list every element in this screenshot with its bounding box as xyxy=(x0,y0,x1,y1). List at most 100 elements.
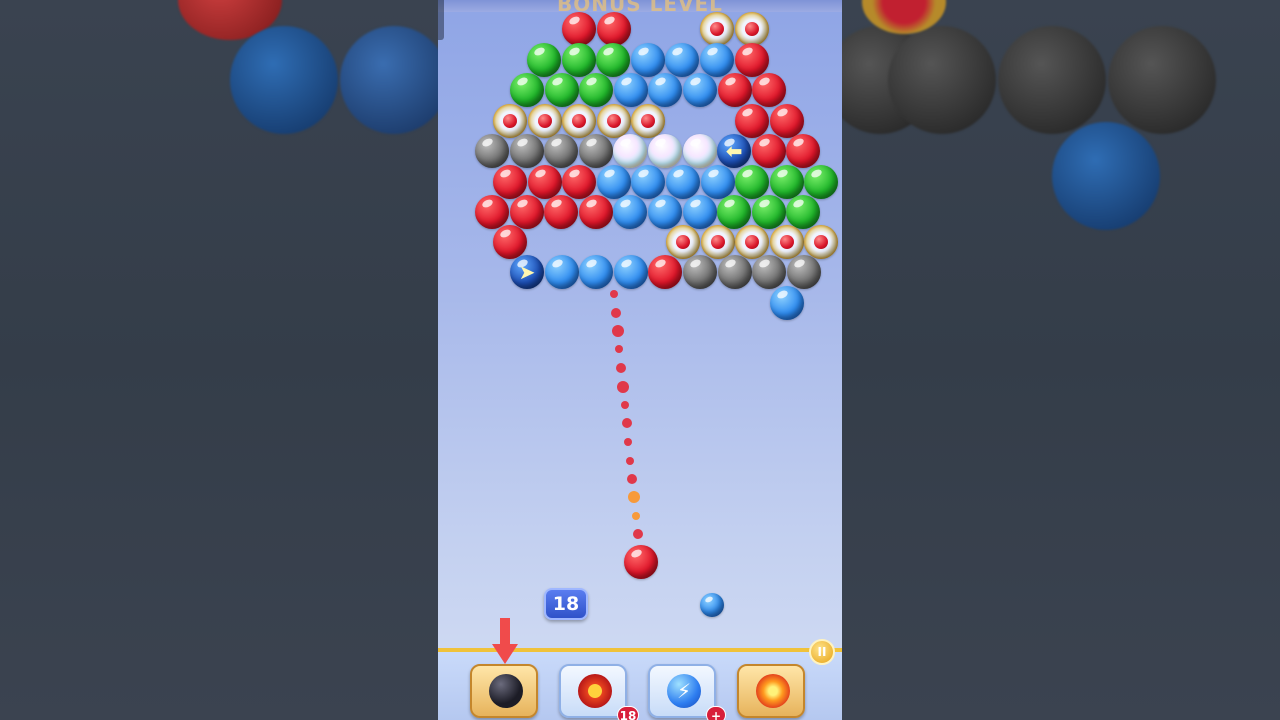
caged-bubble xyxy=(596,104,631,138)
caged-bubble xyxy=(666,225,700,259)
aim-dot xyxy=(617,381,629,393)
red-bubble xyxy=(493,225,527,259)
nuke-booster-button[interactable]: 18 xyxy=(559,664,639,720)
blue-bubble xyxy=(770,286,804,320)
green-bubble xyxy=(579,73,614,107)
blue-bubble xyxy=(665,43,700,77)
blue-bubble xyxy=(596,165,631,199)
red-bubble xyxy=(734,43,769,77)
bomb-icon xyxy=(489,674,523,708)
rainbow-bubble xyxy=(613,134,648,168)
blue-bubble xyxy=(700,165,735,199)
ghost-bubble xyxy=(998,26,1106,134)
caged-bubble xyxy=(700,225,735,259)
green-bubble xyxy=(735,165,770,199)
green-bubble xyxy=(561,43,596,77)
pause-icon: II xyxy=(817,645,827,659)
green-bubble xyxy=(769,165,804,199)
down-arrow-icon xyxy=(492,618,518,664)
caged-bubble xyxy=(527,104,562,138)
caged-bubble xyxy=(562,104,597,138)
ghost-bubble xyxy=(340,26,438,134)
caged-bubble xyxy=(804,225,839,259)
game-board[interactable]: BONUS LEVEL ⬅ ➤ xyxy=(438,0,842,720)
blue-bubble xyxy=(683,73,717,107)
gray-bubble xyxy=(544,134,579,168)
green-bubble xyxy=(786,195,821,229)
blue-bubble xyxy=(544,255,579,289)
blue-bubble xyxy=(631,165,666,199)
blue-bubble xyxy=(666,165,700,199)
moves-counter: 18 xyxy=(544,588,588,620)
red-bubble xyxy=(717,73,752,107)
blurred-background-right xyxy=(842,0,1280,720)
red-bubble xyxy=(544,195,579,229)
green-bubble xyxy=(527,43,561,77)
blue-bubble xyxy=(579,255,614,289)
green-bubble xyxy=(510,73,544,107)
aim-dot xyxy=(626,457,634,465)
red-bubble xyxy=(527,165,562,199)
ghost-bubble xyxy=(230,26,338,134)
fire-booster-button[interactable] xyxy=(737,664,805,718)
caged-bubble xyxy=(734,12,769,46)
aim-dot xyxy=(616,363,626,373)
aim-dot xyxy=(624,438,632,446)
gray-bubble xyxy=(786,255,821,289)
red-bubble xyxy=(751,134,786,168)
level-title: BONUS LEVEL xyxy=(557,0,723,16)
caged-bubble xyxy=(631,104,666,138)
aim-dot xyxy=(633,529,643,539)
aim-dot xyxy=(611,308,621,318)
next-bubble[interactable] xyxy=(700,593,724,617)
red-bubble xyxy=(769,104,804,138)
arrow-bubble: ➤ xyxy=(510,255,544,289)
pause-button[interactable]: II xyxy=(809,639,835,665)
gray-bubble xyxy=(578,134,613,168)
red-bubble xyxy=(475,195,509,229)
aim-dot xyxy=(610,290,618,298)
aim-dot xyxy=(628,491,640,503)
gray-bubble xyxy=(683,255,717,289)
blue-bubble xyxy=(630,43,665,77)
red-bubble xyxy=(786,134,821,168)
ghost-bubble xyxy=(1108,26,1216,134)
fire-icon xyxy=(756,674,790,708)
red-bubble xyxy=(735,104,769,138)
blue-bubble xyxy=(613,195,648,229)
red-bubble xyxy=(562,165,597,199)
gray-bubble xyxy=(752,255,787,289)
aim-dot xyxy=(612,325,624,337)
blue-bubble xyxy=(613,255,648,289)
lightning-icon: ⚡ xyxy=(667,674,701,708)
green-bubble xyxy=(717,195,752,229)
green-bubble xyxy=(751,195,786,229)
scrollbar xyxy=(438,0,444,40)
lightning-add-badge[interactable]: + xyxy=(706,706,726,720)
red-bubble xyxy=(648,255,683,289)
gray-bubble xyxy=(475,134,509,168)
shooter-bubble[interactable] xyxy=(624,545,658,579)
bomb-booster-button[interactable] xyxy=(470,664,538,718)
rainbow-bubble xyxy=(682,134,717,168)
caged-bubble xyxy=(700,12,734,46)
red-bubble xyxy=(596,12,631,46)
blurred-background-left xyxy=(0,0,438,720)
screen: BONUS LEVEL ⬅ ➤ 18 18 ⚡ + II xyxy=(0,0,1280,720)
blue-bubble xyxy=(682,195,717,229)
blue-bubble xyxy=(648,195,682,229)
green-bubble xyxy=(804,165,839,199)
nuke-icon xyxy=(578,674,612,708)
aim-dot xyxy=(622,418,632,428)
aim-dot xyxy=(632,512,640,520)
green-bubble xyxy=(544,73,579,107)
caged-bubble xyxy=(735,225,770,259)
green-bubble xyxy=(596,43,631,77)
arrow-icon: ⬅ xyxy=(725,139,743,163)
red-bubble xyxy=(493,165,527,199)
blue-bubble xyxy=(613,73,648,107)
aim-dot xyxy=(627,474,637,484)
gray-bubble xyxy=(509,134,544,168)
lightning-booster-button[interactable]: ⚡ + xyxy=(648,664,726,720)
rainbow-bubble xyxy=(648,134,682,168)
